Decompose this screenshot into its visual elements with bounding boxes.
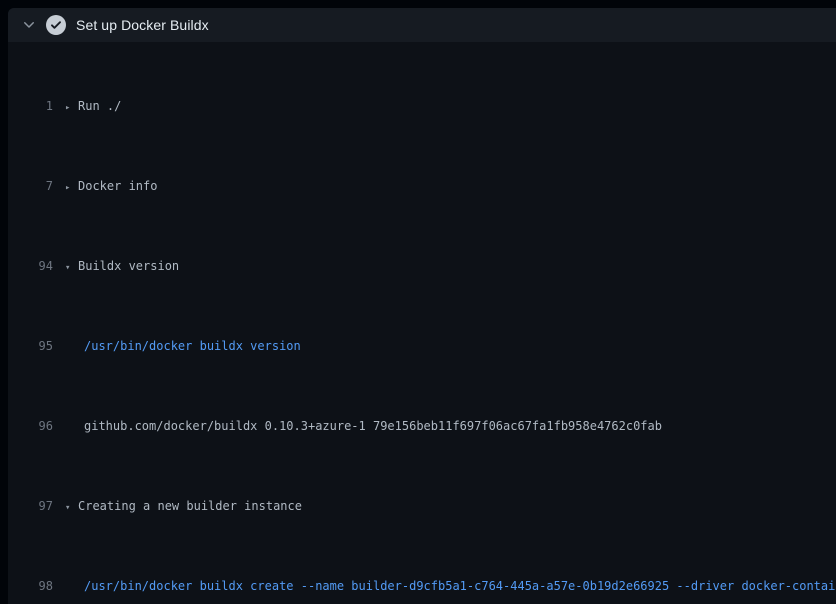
log-line: 7 ▸ Docker info [8,176,836,196]
line-number[interactable]: 94 [8,256,53,276]
group-toggle-icon[interactable]: ▸ [65,98,78,118]
command-text: /usr/bin/docker buildx version [78,336,301,356]
group-toggle-icon[interactable]: ▾ [65,258,78,278]
group-toggle-icon[interactable]: ▸ [65,178,78,198]
log-line: 96 github.com/docker/buildx 0.10.3+azure… [8,416,836,436]
line-number[interactable]: 95 [8,336,53,356]
line-number[interactable]: 1 [8,96,53,116]
log-line: 97 ▾ Creating a new builder instance [8,496,836,516]
log-line: 95 /usr/bin/docker buildx version [8,336,836,356]
line-number[interactable]: 98 [8,576,53,596]
step-log-card: Set up Docker Buildx 1 ▸ Run ./ 7 ▸ Dock… [8,8,836,604]
group-toggle-icon[interactable]: ▾ [65,498,78,518]
step-header[interactable]: Set up Docker Buildx [8,8,836,42]
group-title[interactable]: Buildx version [78,256,179,276]
log-line: 94 ▾ Buildx version [8,256,836,276]
log-body: 1 ▸ Run ./ 7 ▸ Docker info 94 ▾ Buildx v… [8,42,836,604]
command-text: /usr/bin/docker buildx create --name bui… [78,576,836,596]
output-text: github.com/docker/buildx 0.10.3+azure-1 … [78,416,662,436]
check-circle-icon [46,15,66,35]
group-title[interactable]: Creating a new builder instance [78,496,302,516]
log-line: 1 ▸ Run ./ [8,96,836,116]
chevron-down-icon[interactable] [21,17,37,33]
line-number[interactable]: 97 [8,496,53,516]
line-number[interactable]: 96 [8,416,53,436]
group-title[interactable]: Docker info [78,176,157,196]
line-number[interactable]: 7 [8,176,53,196]
step-title: Set up Docker Buildx [76,17,209,33]
group-title[interactable]: Run ./ [78,96,121,116]
log-line: 98 /usr/bin/docker buildx create --name … [8,576,836,596]
